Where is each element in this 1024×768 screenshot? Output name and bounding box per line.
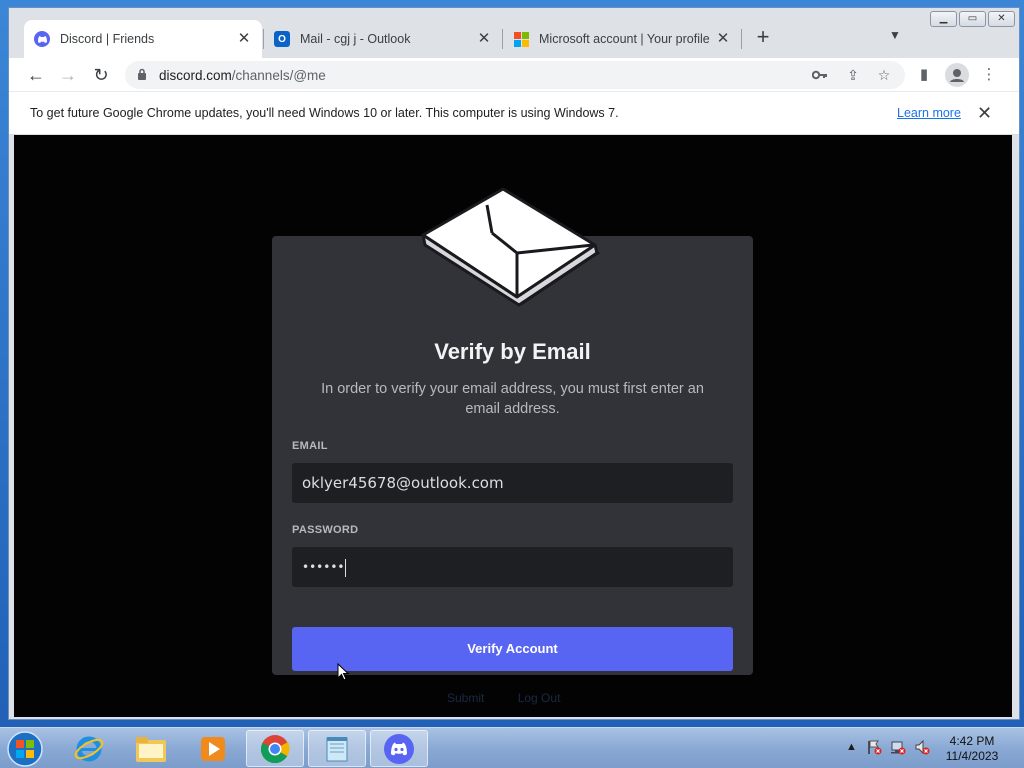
taskbar-chrome[interactable] [246,730,304,767]
bookmark-star-icon[interactable]: ☆ [875,67,893,84]
taskbar-notepad[interactable] [308,730,366,767]
side-panel-icon[interactable]: ▮ [912,63,936,87]
file-explorer-icon [136,736,166,762]
tab-strip: Discord | Friends ✕ O Mail - cgj j - Out… [9,8,1019,58]
new-tab-button[interactable]: + [751,26,775,50]
tab-discord[interactable]: Discord | Friends ✕ [24,20,262,58]
chrome-window: Discord | Friends ✕ O Mail - cgj j - Out… [8,7,1020,720]
email-field[interactable]: oklyer45678@outlook.com [292,463,733,503]
lock-icon [137,68,149,83]
verify-account-button[interactable]: Verify Account [292,627,733,671]
notepad-icon [326,736,348,761]
tab-title: Mail - cgj j - Outlook [300,32,411,46]
reload-icon[interactable]: ↻ [88,62,114,88]
close-tab-icon[interactable]: ✕ [476,31,492,47]
close-tab-icon[interactable]: ✕ [236,31,252,47]
start-button[interactable] [4,729,46,768]
forward-arrow-icon[interactable]: → [55,62,81,88]
address-bar[interactable]: discord.com/channels/@me [125,61,905,89]
taskbar: ▲ 4:42 PM 11/4/2023 [0,727,1024,768]
close-infobar-icon[interactable]: ✕ [977,103,992,124]
tab-search-chevron-icon[interactable]: ▼ [885,28,905,48]
clock-time: 4:42 PM [949,734,995,748]
minimize-button[interactable]: ▁ [930,11,957,27]
discord-page: Submit Log Out Verify by Email In order … [14,135,1012,717]
menu-kebab-icon[interactable]: ⋮ [977,63,1001,87]
taskbar-media-player[interactable] [184,730,242,767]
envelope-icon [421,187,600,307]
password-value: •••••• [302,560,345,574]
taskbar-discord[interactable] [370,730,428,767]
internet-explorer-icon [74,736,104,761]
microsoft-icon [513,31,529,47]
discord-icon [34,31,50,47]
profile-avatar-icon[interactable] [945,63,969,87]
background-submit-link: Submit [447,691,485,705]
password-field[interactable]: •••••• [292,547,733,587]
modal-subtitle: In order to verify your email address, y… [321,381,704,417]
mouse-cursor-icon [337,663,349,681]
volume-muted-icon[interactable] [914,739,930,758]
close-tab-icon[interactable]: ✕ [715,31,731,47]
back-arrow-icon[interactable]: ← [23,62,49,88]
tab-microsoft-account[interactable]: Microsoft account | Your profile ✕ [503,20,741,58]
show-hidden-icons-icon[interactable]: ▲ [846,741,857,753]
modal-title: Verify by Email [434,339,591,364]
browser-toolbar: ← → ↻ discord.com/channels/@me ⇪ ☆ ▮ ⋮ [9,58,1019,91]
network-icon[interactable] [890,739,906,758]
share-icon[interactable]: ⇪ [844,67,862,84]
background-logout-link: Log Out [517,691,561,705]
password-label: PASSWORD [292,524,359,536]
tab-separator [741,29,742,49]
tab-title: Discord | Friends [60,32,155,46]
taskbar-file-explorer[interactable] [122,730,180,767]
outlook-icon: O [274,31,290,47]
tab-title: Microsoft account | Your profile [539,32,710,46]
email-label: EMAIL [292,440,328,452]
update-infobar: To get future Google Chrome updates, you… [9,91,1019,135]
maximize-button[interactable]: ▭ [959,11,986,27]
url-host: discord.com [159,67,232,83]
background-links: Submit Log Out [447,691,560,705]
discord-icon [384,733,414,764]
infobar-message: To get future Google Chrome updates, you… [30,106,619,120]
taskbar-internet-explorer[interactable] [60,730,118,767]
learn-more-link[interactable]: Learn more [897,106,961,120]
chrome-icon [261,734,290,763]
window-controls: ▁ ▭ ✕ [930,11,1015,27]
media-player-icon [201,736,225,761]
close-window-button[interactable]: ✕ [988,11,1015,27]
key-icon[interactable] [811,67,829,83]
url-path: /channels/@me [231,67,326,83]
action-center-flag-icon[interactable] [866,739,882,758]
windows-logo-icon [7,731,43,767]
taskbar-clock[interactable]: 4:42 PM 11/4/2023 [940,734,1004,764]
email-value: oklyer45678@outlook.com [302,474,504,492]
clock-date: 11/4/2023 [945,749,999,763]
text-caret [345,558,347,577]
tab-outlook[interactable]: O Mail - cgj j - Outlook ✕ [264,20,502,58]
